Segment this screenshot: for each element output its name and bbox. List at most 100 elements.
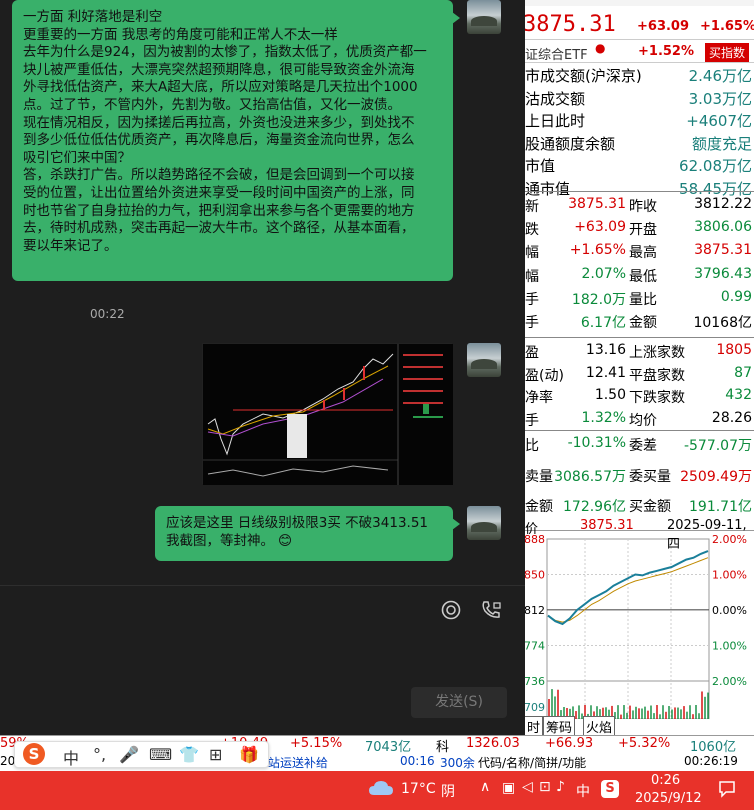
quote-value: 1.32% <box>581 409 626 426</box>
chat-window: 一方面 利好落地是利空 更重要的一方面 我思考的角度可能和正常人不太一样 去年为什么… <box>0 0 525 735</box>
quote-label: 卖量 <box>525 468 553 485</box>
market-row-label: 上日此时 <box>525 112 586 130</box>
quote-label: 比 <box>525 438 539 454</box>
punctuation-icon[interactable]: °, <box>93 745 106 764</box>
quote-row: 跌 +63.09 开盘 3806.06 <box>525 217 754 239</box>
keyboard-icon[interactable]: ⌨ <box>149 745 172 764</box>
tab-flame[interactable]: 火焰 <box>583 716 616 735</box>
quote-value: 3796.43 <box>694 265 752 282</box>
notification-icon[interactable] <box>717 779 737 803</box>
quote-value: 12.41 <box>585 364 626 381</box>
sogou-tray-icon[interactable]: S <box>601 780 619 798</box>
ticker-item: +66.93 <box>545 736 594 751</box>
message-1-line: 吸引它们来中国？ <box>23 149 131 166</box>
ticker-item: 20 <box>0 754 16 768</box>
quote-value: 432 <box>725 387 752 403</box>
quote-row: 比 -10.31% 委差 -577.07万 <box>525 433 754 455</box>
clock-time[interactable]: 0:26 <box>651 773 680 788</box>
screenshot-image[interactable] <box>202 343 453 485</box>
divider <box>0 585 525 586</box>
y-tick-label-right: 0.00% <box>712 604 747 617</box>
quote-label: 委买量 <box>629 468 671 485</box>
speaker-icon[interactable]: ♪ <box>556 779 565 795</box>
quote-value: 3875.31 <box>568 196 626 212</box>
send-button[interactable]: 发送(S) <box>411 687 507 718</box>
section-divider <box>525 430 754 431</box>
input-language[interactable]: 中 <box>576 781 590 801</box>
market-row-label: 市成交额(沪深京) <box>525 67 642 85</box>
stock-panel: 3875.31 +63.09 +1.65% 证综合ETF ● +1.52% 买指… <box>525 0 754 735</box>
quote-label: 幅 <box>525 245 539 262</box>
quote-label: 幅 <box>525 268 539 285</box>
gift-icon[interactable]: 🎁 <box>239 745 259 764</box>
quote-value: -10.31% <box>567 435 626 451</box>
y-tick-label-right: 1.00% <box>712 569 747 582</box>
market-row: 股通额度余额 额度充足 <box>525 132 754 154</box>
quote-row: 手 182.0万 量比 0.99 <box>525 287 754 309</box>
ticker-item: 站运送补给 <box>268 756 329 770</box>
tab-time[interactable]: 时 <box>525 716 544 735</box>
market-row-label: 沽成交额 <box>525 89 586 108</box>
chart-canvas: 888850812774736709万2.00%1.00%0.00%1.00%2… <box>525 533 747 728</box>
quote-label: 金额 <box>525 499 553 515</box>
quote-label: 手 <box>525 412 539 429</box>
network-icon[interactable]: ⊡ <box>539 779 551 795</box>
tray-app-icon[interactable]: ▣ <box>502 780 515 796</box>
weather-temp[interactable]: 17°C <box>401 781 436 797</box>
microphone-icon[interactable]: 🎤 <box>119 745 139 764</box>
cloud-icon[interactable] <box>368 779 394 801</box>
quote-value: 2.07% <box>581 265 626 282</box>
quote-label: 委差 <box>629 438 657 454</box>
chart-tabs: 时 筹码 火焰 <box>525 716 754 735</box>
ticker-item: 00:16 <box>400 754 435 768</box>
quote-label: 昨收 <box>629 199 657 215</box>
quote-label: 手 <box>525 291 539 308</box>
quote-row: 手 6.17亿 金额 10168亿 <box>525 310 754 332</box>
message-1-line: 外寻找低估资产，来大A超大底，所以应对策略是几天拉出个1000 <box>23 79 418 96</box>
ime-mode-label[interactable]: 中 <box>63 745 79 769</box>
y-tick-label: 812 <box>525 604 545 617</box>
quote-value: 0.99 <box>720 288 752 305</box>
message-1-line: 更重要的一方面 我思考的角度可能和正常人不太一样 <box>23 26 338 43</box>
taskbar: 17°C 阴 ∧ ▣ ◁ ⊡ ♪ 中 S 0:26 2025/9/12 <box>0 771 754 810</box>
quote-row: 盈 13.16 上涨家数 1805 <box>525 340 754 362</box>
quote-row: 净率 1.50 下跌家数 432 <box>525 385 754 407</box>
sogou-logo-icon[interactable]: S <box>23 743 45 765</box>
ime-toolbar[interactable]: S 中 °, 🎤 ⌨ 👕 ⊞ 🎁 <box>14 741 269 768</box>
intraday-chart[interactable]: 价 3875.31 2025-09-11,四 888 850 812 774 736 70… <box>525 518 754 728</box>
skin-icon[interactable]: 👕 <box>179 745 199 764</box>
quote-label: 均价 <box>629 412 657 429</box>
market-row: 上日此时 +4607亿 <box>525 109 754 131</box>
video-call-icon[interactable] <box>481 600 503 625</box>
chart-header: 价 3875.31 2025-09-11,四 <box>525 518 754 552</box>
message-bubble-1[interactable]: 一方面 利好落地是利空 更重要的一方面 我思考的角度可能和正常人不太一样 去年为什么… <box>12 0 460 281</box>
toolbox-icon[interactable]: ⊞ <box>209 745 222 764</box>
tab-chips[interactable]: 筹码 <box>543 716 576 735</box>
avatar[interactable] <box>467 506 501 540</box>
emoji-circle-icon[interactable] <box>441 600 461 625</box>
index-change: +63.09 <box>637 19 690 34</box>
market-row-value: 2.46万亿 <box>688 67 752 85</box>
quote-label: 买金额 <box>629 499 671 515</box>
quote-value: 1.50 <box>594 387 626 403</box>
ticker-item: 1326.03 <box>466 736 520 751</box>
chevron-up-icon[interactable]: ∧ <box>480 779 490 795</box>
quote-value: 10168亿 <box>693 315 752 331</box>
volume-icon[interactable]: ◁ <box>522 779 533 795</box>
quote-row: 新 3875.31 昨收 3812.22 <box>525 194 754 216</box>
stock-search-input[interactable]: 代码/名称/简拼/功能 <box>478 754 586 771</box>
weather-desc[interactable]: 阴 <box>441 781 455 801</box>
market-row-value: 3.03万亿 <box>688 89 752 108</box>
quote-row: 幅 2.07% 最低 3796.43 <box>525 264 754 286</box>
quote-label: 平盘家数 <box>629 367 685 384</box>
avatar[interactable] <box>467 0 501 34</box>
quote-value: 1805 <box>716 342 752 358</box>
buy-index-button[interactable]: 买指数 <box>705 43 750 62</box>
quote-label: 上涨家数 <box>629 345 685 361</box>
message-bubble-2[interactable]: 应该是这里 日线级别极限3买 不破3413.51 我截图，等封神。 😊 <box>155 506 460 561</box>
quote-value: 172.96亿 <box>563 499 626 515</box>
quote-row: 卖量 3086.57万 委买量 2509.49万 <box>525 464 754 486</box>
clock-date[interactable]: 2025/9/12 <box>635 791 702 806</box>
avatar[interactable] <box>467 343 501 377</box>
quote-row: 幅 +1.65% 最高 3875.31 <box>525 240 754 262</box>
